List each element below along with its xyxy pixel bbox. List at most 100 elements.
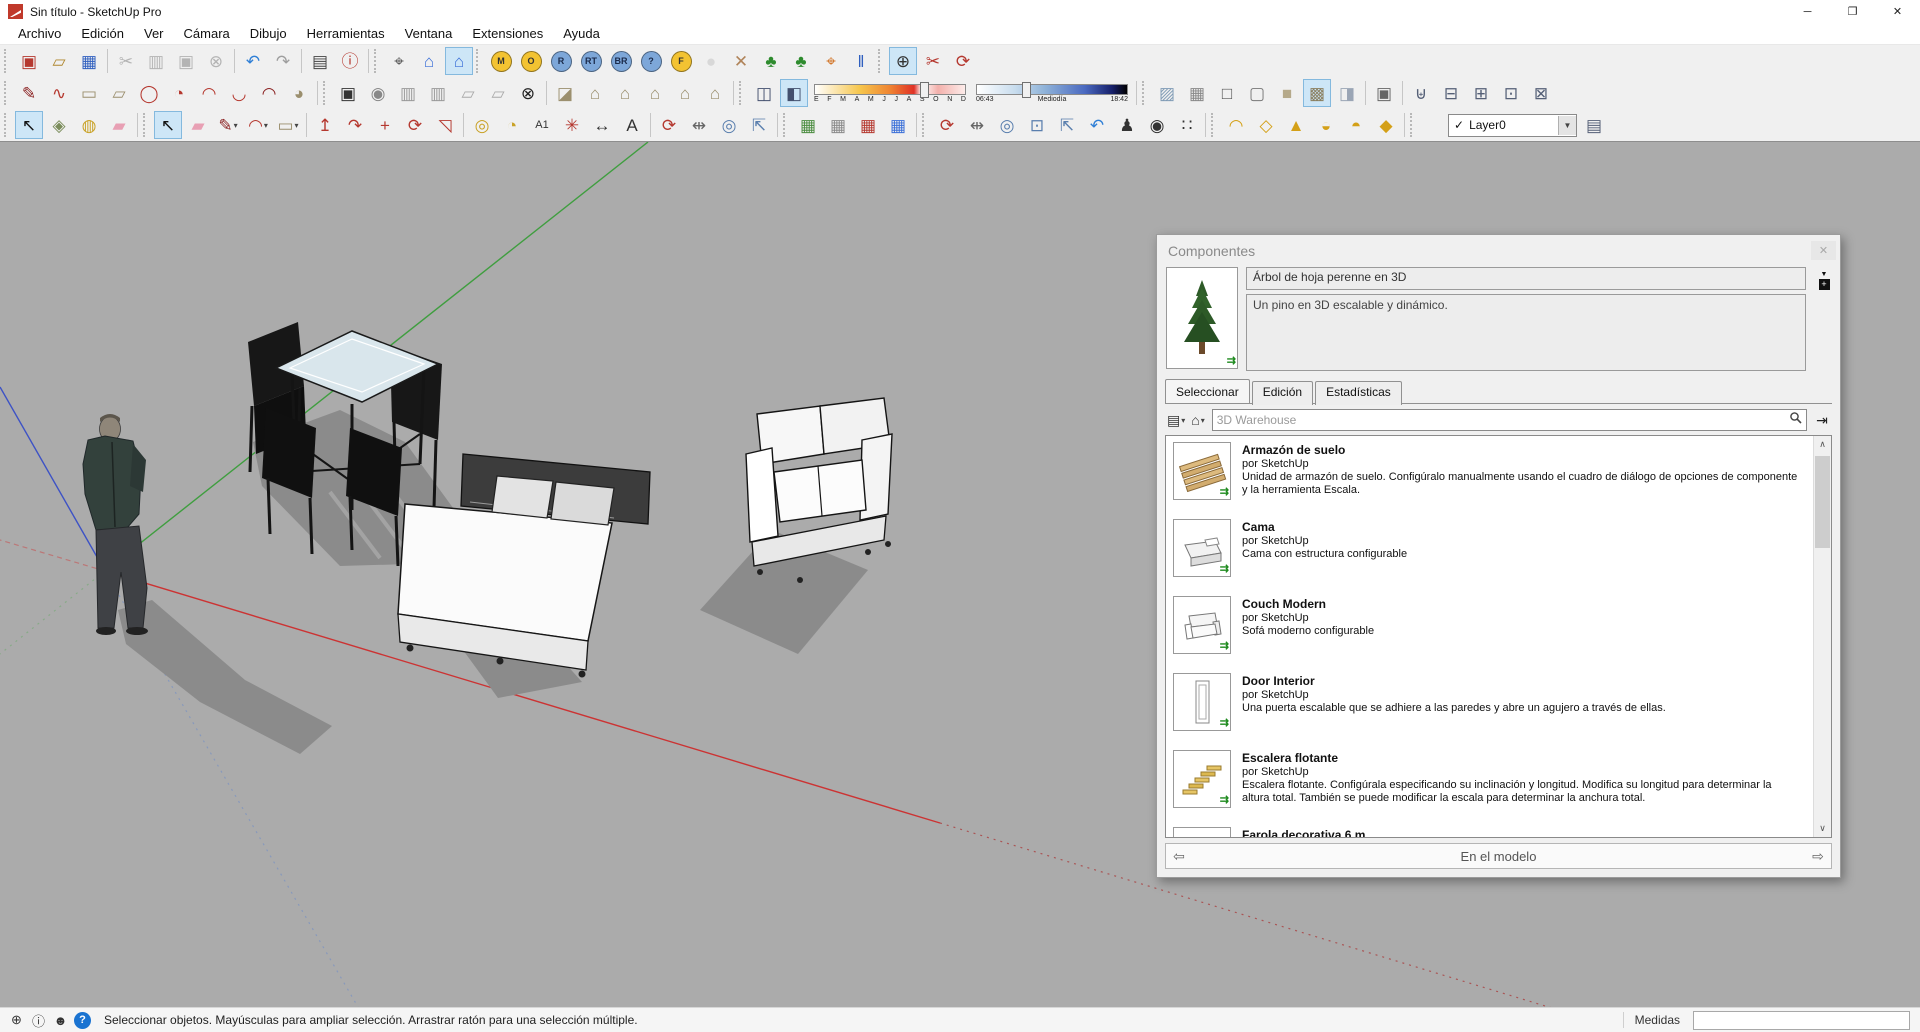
pie-filled-tool-button[interactable]: ◕ (285, 79, 313, 107)
menu-ayuda[interactable]: Ayuda (553, 25, 610, 42)
style-wireframe-button[interactable]: □ (1213, 79, 1241, 107)
shadow-date-slider-thumb[interactable] (920, 82, 929, 98)
style-monochrome-button[interactable]: ◨ (1333, 79, 1361, 107)
section-plane-button[interactable]: ✂ (919, 47, 947, 75)
rotate-tool-button[interactable]: ⟳ (401, 111, 429, 139)
previous-view-button[interactable]: ↶ (1083, 111, 1111, 139)
pan-tool-button[interactable]: ⇹ (685, 111, 713, 139)
toolbar-drag-handle[interactable] (4, 49, 11, 73)
line-tool-2-dropdown-icon[interactable]: ▾ (234, 121, 238, 130)
print-button[interactable]: ▤ (306, 47, 334, 75)
pan-tool-2-button[interactable]: ⇹ (963, 111, 991, 139)
view-iso-button[interactable]: ◪ (551, 79, 579, 107)
shadows-off-button[interactable]: ⊗ (514, 79, 542, 107)
layout-preview-button[interactable]: ⌂ (445, 47, 473, 75)
scale-tool-button[interactable]: ◹ (431, 111, 459, 139)
help-icon[interactable]: ? (74, 1012, 91, 1029)
view-left-button[interactable]: ⌂ (701, 79, 729, 107)
menu-dibujo[interactable]: Dibujo (240, 25, 297, 42)
toolbar-drag-handle[interactable] (1142, 81, 1149, 105)
navigate-forward-icon[interactable]: ⇨ (1810, 848, 1826, 865)
menu-herramientas[interactable]: Herramientas (297, 25, 395, 42)
save-file-button[interactable]: ▦ (75, 47, 103, 75)
camera-pair-b-button[interactable]: ▥ (424, 79, 452, 107)
tab-seleccionar[interactable]: Seleccionar (1165, 379, 1250, 403)
navigate-back-icon[interactable]: ⇦ (1171, 848, 1187, 865)
sphere-tool-button[interactable]: ● (697, 47, 725, 75)
toolbar-drag-handle[interactable] (476, 49, 483, 73)
paste-button[interactable]: ▣ (172, 47, 200, 75)
undo-button[interactable]: ↶ (239, 47, 267, 75)
measurements-input[interactable] (1693, 1011, 1910, 1030)
scroll-up-icon[interactable]: ∧ (1814, 436, 1831, 453)
select-tool-button[interactable]: ↖ (15, 111, 43, 139)
menu-ventana[interactable]: Ventana (395, 25, 463, 42)
tool-rt-button[interactable]: RT (577, 47, 605, 75)
search-icon[interactable] (1789, 411, 1802, 429)
scrollbar-thumb[interactable] (1815, 456, 1830, 548)
menu-ver[interactable]: Ver (134, 25, 174, 42)
chevron-down-icon[interactable]: ▼ (1558, 116, 1576, 135)
orbit-tool-button[interactable]: ⟳ (655, 111, 683, 139)
solid-union-button[interactable]: ⊎ (1407, 79, 1435, 107)
view-top-button[interactable]: ⌂ (581, 79, 609, 107)
tool-r-button[interactable]: R (547, 47, 575, 75)
component-list-item[interactable]: ⇉Couch Modernpor SketchUpSofá moderno co… (1166, 590, 1814, 667)
sandbox-stamp-button[interactable]: ◒ (1312, 111, 1340, 139)
text-3d-tool-button[interactable]: A (618, 111, 646, 139)
protractor-button[interactable]: ⌖ (385, 47, 413, 75)
tool-br-button[interactable]: BR (607, 47, 635, 75)
credits-icon[interactable]: ⓘ (30, 1012, 47, 1029)
two-point-arc-tool-button[interactable]: ◡ (225, 79, 253, 107)
component-thumbnail[interactable]: ⇉ (1173, 750, 1231, 808)
frustum-a-button[interactable]: ▱ (454, 79, 482, 107)
component-description-field[interactable]: Un pino en 3D escalable y dinámico. (1246, 294, 1806, 371)
dimension-tool-button[interactable]: ↔ (588, 111, 616, 139)
panel-close-icon[interactable]: ✕ (1811, 241, 1836, 260)
view-back-button[interactable]: ⌂ (671, 79, 699, 107)
toolbar-drag-handle[interactable] (739, 81, 746, 105)
cut-button[interactable]: ✂ (112, 47, 140, 75)
eraser-tool-button[interactable]: ▰ (105, 111, 133, 139)
zoom-tool-button[interactable]: ◎ (715, 111, 743, 139)
style-shaded-button[interactable]: ■ (1273, 79, 1301, 107)
arc-tool-2-button[interactable]: ◠▾ (244, 111, 272, 139)
erase-selection-button[interactable]: ⊗ (202, 47, 230, 75)
look-around-button[interactable]: ◉ (1143, 111, 1171, 139)
solid-intersect-button[interactable]: ⊡ (1497, 79, 1525, 107)
sandbox-flip-edge-button[interactable]: ◆ (1372, 111, 1400, 139)
zoom-tool-2-button[interactable]: ◎ (993, 111, 1021, 139)
three-point-arc-tool-button[interactable]: ◠ (255, 79, 283, 107)
select-tool-2-button[interactable]: ↖ (154, 111, 182, 139)
copy-button[interactable]: ▥ (142, 47, 170, 75)
close-button[interactable]: ✕ (1875, 0, 1920, 23)
model-info-button[interactable]: ⓘ (336, 47, 364, 75)
tool-o-tag-button[interactable]: O (517, 47, 545, 75)
rotated-rectangle-tool-button[interactable]: ▱ (105, 79, 133, 107)
sandbox-drape-button[interactable]: ◓ (1342, 111, 1370, 139)
redo-button[interactable]: ↷ (269, 47, 297, 75)
cross-sticks-button[interactable]: ✕ (727, 47, 755, 75)
walk-tool-button[interactable]: ∷ (1173, 111, 1201, 139)
make-component-button[interactable]: ◈ (45, 111, 73, 139)
minimize-button[interactable]: ─ (1785, 0, 1830, 23)
component-name-field[interactable]: Árbol de hoja perenne en 3D (1246, 267, 1806, 290)
style-hidden-line-button[interactable]: ▢ (1243, 79, 1271, 107)
toggle-terrain-button[interactable]: ▦ (824, 111, 852, 139)
menu-cámara[interactable]: Cámara (174, 25, 240, 42)
sandbox-from-contours-button[interactable]: ◠ (1222, 111, 1250, 139)
follow-me-button[interactable]: ↷ (341, 111, 369, 139)
tool-help-button[interactable]: ? (637, 47, 665, 75)
zoom-window-button[interactable]: ⊡ (1023, 111, 1051, 139)
circle-tool-button[interactable]: ◯ (135, 79, 163, 107)
solid-subtract-button[interactable]: ⊟ (1437, 79, 1465, 107)
match-photo-button[interactable]: ▦ (884, 111, 912, 139)
menu-edición[interactable]: Edición (71, 25, 134, 42)
view-front-button[interactable]: ⌂ (611, 79, 639, 107)
zoom-extents-button[interactable]: ⇱ (745, 111, 773, 139)
style-xray-button[interactable]: ▨ (1153, 79, 1181, 107)
text-tool-button[interactable]: A1 (528, 111, 556, 139)
rectangle-tool-2-dropdown-icon[interactable]: ▾ (295, 121, 299, 130)
component-list-item[interactable]: ⇉Camapor SketchUpCama con estructura con… (1166, 513, 1814, 590)
rectangle-tool-2-button[interactable]: ▭▾ (274, 111, 302, 139)
